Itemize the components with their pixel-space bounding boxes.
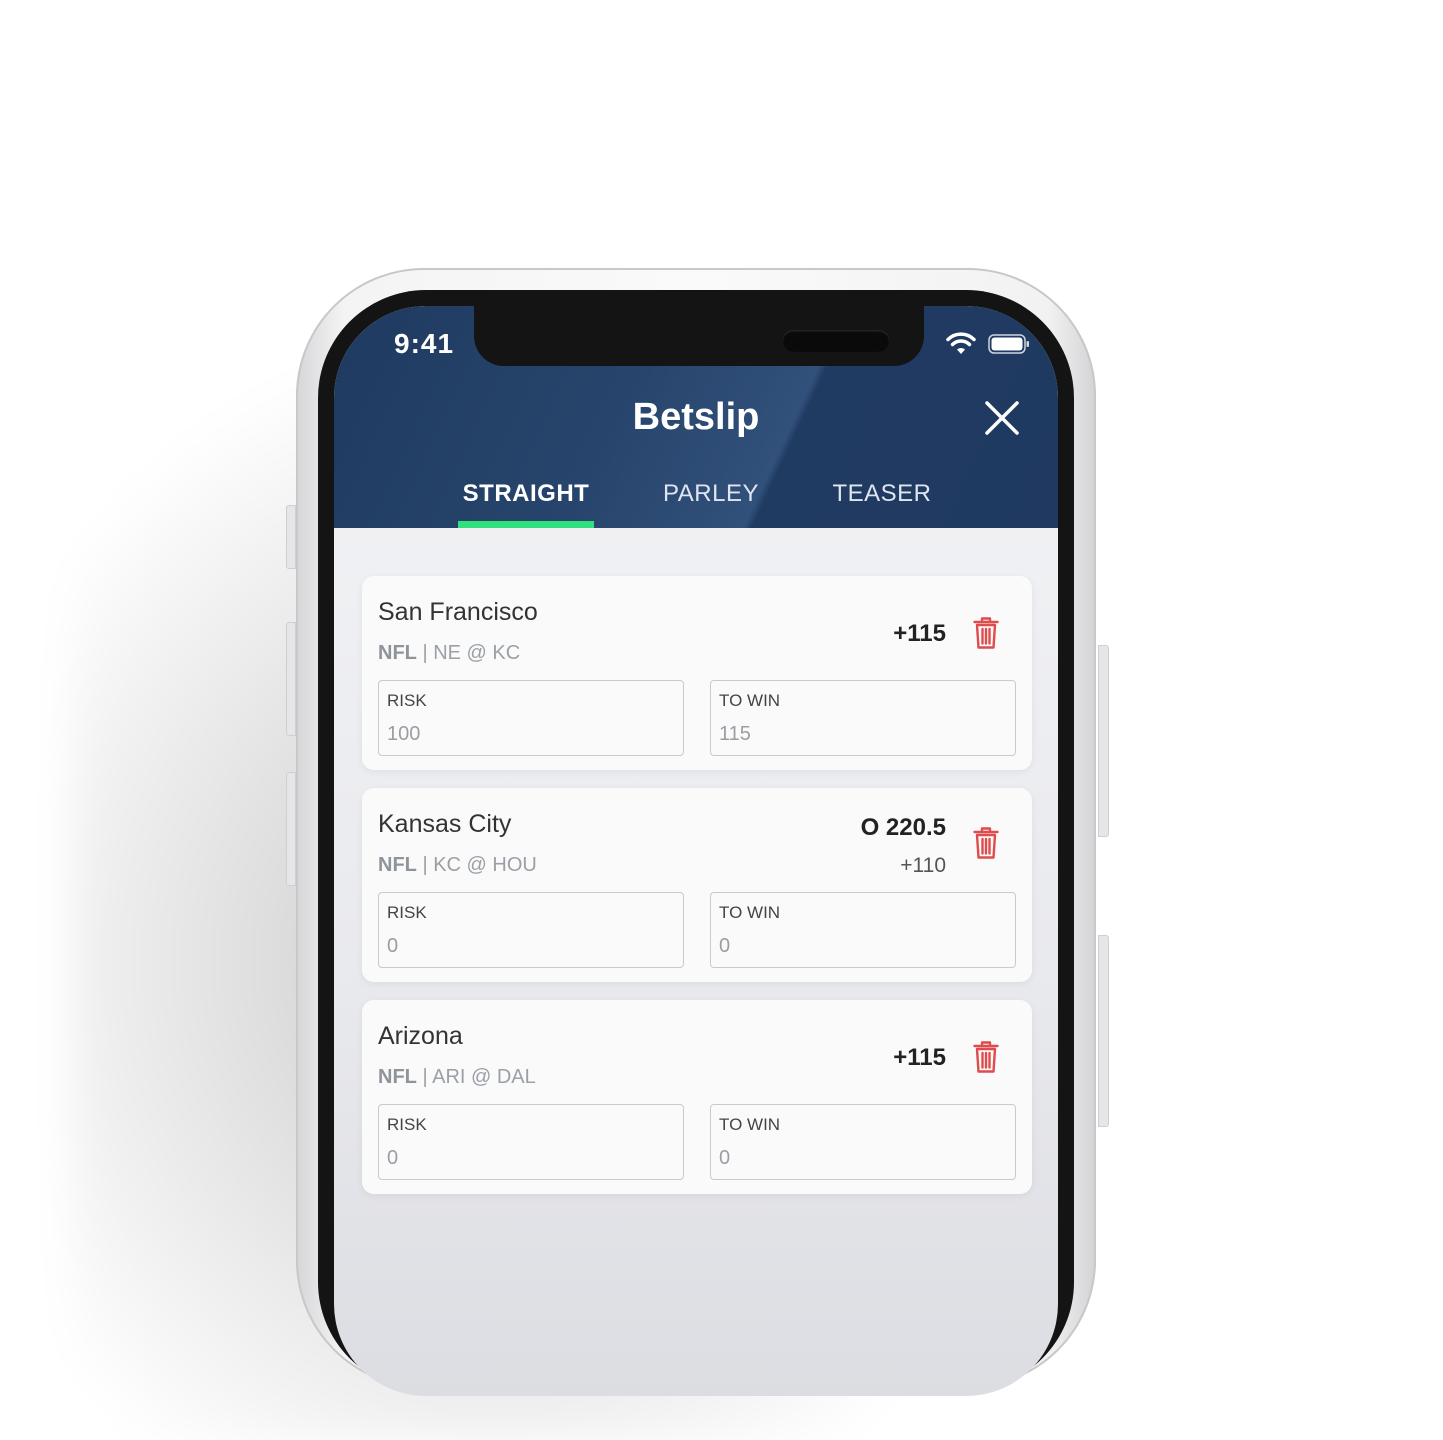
- side-button-left-3: [286, 772, 296, 886]
- active-tab-underline: [458, 521, 594, 528]
- bet-league: NFL: [378, 642, 417, 664]
- bet-matchup: ARI @ DAL: [432, 1066, 536, 1088]
- bet-card: San Francisco NFL | NE @ KC +115 RISK 10…: [362, 576, 1032, 770]
- bet-odds: +115: [893, 1044, 946, 1071]
- trash-icon[interactable]: [972, 616, 1000, 650]
- to-win-input[interactable]: TO WIN 0: [710, 892, 1016, 968]
- risk-value: 0: [387, 935, 399, 957]
- battery-icon: [988, 334, 1029, 354]
- side-button-left-2: [286, 622, 296, 736]
- risk-label: RISK: [387, 691, 427, 710]
- bet-league: NFL: [378, 854, 417, 876]
- to-win-label: TO WIN: [719, 1115, 781, 1134]
- risk-input[interactable]: RISK 0: [378, 892, 684, 968]
- bet-team: Kansas City: [378, 810, 512, 838]
- to-win-value: 0: [719, 1147, 731, 1169]
- bet-odds: +115: [893, 620, 946, 647]
- tab-straight[interactable]: STRAIGHT: [458, 476, 594, 528]
- risk-value: 100: [387, 723, 421, 745]
- to-win-label: TO WIN: [719, 691, 781, 710]
- tab-label: STRAIGHT: [462, 480, 590, 507]
- betslip-header: 9:41 Betslip STRAIGHT PARLEY TEASER: [334, 306, 1058, 528]
- bet-odds: +110: [900, 854, 946, 877]
- bet-card: Arizona NFL | ARI @ DAL +115 RISK 0 TO W…: [362, 1000, 1032, 1194]
- speaker: [782, 330, 890, 352]
- bet-league-matchup: NFL | KC @ HOU: [378, 854, 537, 876]
- bet-type-tabs: STRAIGHT PARLEY TEASER: [334, 476, 1058, 528]
- tab-teaser[interactable]: TEASER: [818, 476, 946, 528]
- trash-icon[interactable]: [972, 826, 1000, 860]
- trash-icon[interactable]: [972, 1040, 1000, 1074]
- to-win-value: 115: [719, 723, 751, 745]
- bet-league: NFL: [378, 1066, 417, 1088]
- side-button-left-1: [286, 505, 296, 569]
- bet-league-matchup: NFL | ARI @ DAL: [378, 1066, 536, 1088]
- bet-team: San Francisco: [378, 598, 538, 626]
- risk-value: 0: [387, 1147, 399, 1169]
- bet-matchup: NE @ KC: [433, 642, 521, 664]
- bet-team: Arizona: [378, 1022, 463, 1050]
- side-button-right-1: [1098, 645, 1109, 837]
- bet-league-matchup: NFL | NE @ KC: [378, 642, 521, 664]
- wifi-icon: [946, 332, 976, 354]
- tab-label: TEASER: [832, 480, 932, 507]
- to-win-input[interactable]: TO WIN 0: [710, 1104, 1016, 1180]
- page-title: Betslip: [632, 396, 760, 438]
- bet-line: O 220.5: [860, 814, 946, 841]
- bet-card: Kansas City NFL | KC @ HOU O 220.5 +110 …: [362, 788, 1032, 982]
- tab-parley[interactable]: PARLEY: [646, 476, 776, 528]
- risk-label: RISK: [387, 903, 427, 922]
- status-time: 9:41: [394, 328, 455, 359]
- tab-label: PARLEY: [663, 480, 759, 507]
- to-win-input[interactable]: TO WIN 115: [710, 680, 1016, 756]
- screen: 9:41 Betslip STRAIGHT PARLEY TEASER San …: [334, 306, 1058, 1396]
- close-icon[interactable]: [984, 400, 1020, 436]
- to-win-value: 0: [719, 935, 731, 957]
- risk-input[interactable]: RISK 100: [378, 680, 684, 756]
- side-button-right-2: [1098, 935, 1109, 1127]
- bet-matchup: KC @ HOU: [433, 854, 537, 876]
- notch: [474, 306, 924, 366]
- risk-input[interactable]: RISK 0: [378, 1104, 684, 1180]
- risk-label: RISK: [387, 1115, 427, 1134]
- to-win-label: TO WIN: [719, 903, 781, 922]
